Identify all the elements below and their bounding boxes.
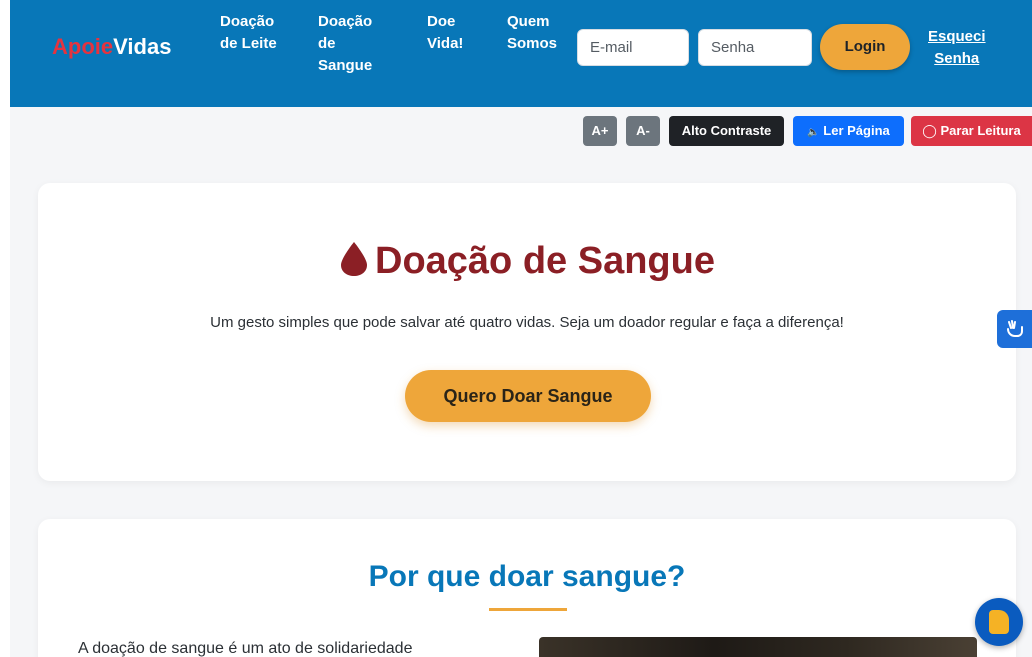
nav-link-line: Sangue	[318, 57, 373, 74]
nav-link-doacao-leite[interactable]: Doação de Leite	[220, 11, 277, 55]
nav-link-line: Doação	[220, 13, 275, 30]
hero-subtitle: Um gesto simples que pode salvar até qua…	[210, 314, 844, 331]
stop-icon: ◯	[922, 123, 937, 138]
nav-link-doe-vida[interactable]: Doe Vida!	[427, 11, 463, 55]
stop-reading-button[interactable]: ◯ Parar Leitura	[911, 116, 1032, 146]
sign-language-hands-icon	[1007, 320, 1023, 337]
read-page-button[interactable]: 🔈 Ler Página	[793, 116, 904, 146]
top-navbar: ApoieVidas Doação de Leite Doação de San…	[10, 0, 1032, 107]
nav-link-line: Quem	[507, 13, 550, 30]
stop-reading-label: Parar Leitura	[940, 123, 1021, 138]
nav-link-doacao-sangue[interactable]: Doação de Sangue	[318, 11, 372, 77]
vlibras-widget-button[interactable]	[997, 310, 1032, 348]
nav-link-line: de Leite	[220, 35, 277, 52]
font-decrease-button[interactable]: A-	[626, 116, 660, 146]
nav-link-line: Vida!	[427, 35, 464, 52]
brand-part-apoie: Apoie	[52, 34, 114, 59]
hero-card: Doação de Sangue Um gesto simples que po…	[38, 183, 1016, 481]
accessibility-assistant-icon	[989, 610, 1009, 634]
blood-donation-photo	[539, 637, 977, 657]
read-page-label: Ler Página	[823, 123, 890, 138]
font-increase-button[interactable]: A+	[583, 116, 617, 146]
nav-link-quem-somos[interactable]: Quem Somos	[507, 11, 557, 55]
email-field[interactable]: E-mail	[577, 29, 689, 66]
forgot-line: Esqueci	[928, 28, 986, 45]
nav-link-line: de	[318, 35, 336, 52]
hero-title: Doação de Sangue	[38, 240, 1016, 283]
login-button[interactable]: Login	[820, 24, 910, 70]
title-underline	[489, 608, 567, 611]
nav-link-line: Doação	[318, 13, 373, 30]
speaker-icon: 🔈	[807, 127, 820, 138]
high-contrast-button[interactable]: Alto Contraste	[669, 116, 784, 146]
forgot-line: Senha	[934, 50, 980, 67]
nav-link-line: Doe	[427, 13, 456, 30]
why-donate-text: A doação de sangue é um ato de solidarie…	[78, 640, 413, 657]
nav-link-line: Somos	[507, 35, 558, 52]
brand-part-vidas: Vidas	[113, 34, 172, 59]
donate-blood-button[interactable]: Quero Doar Sangue	[405, 370, 651, 422]
page-left-edge	[0, 0, 10, 657]
blood-drop-icon	[341, 242, 367, 276]
why-donate-title: Por que doar sangue?	[368, 560, 686, 593]
password-field[interactable]: Senha	[698, 29, 812, 66]
hero-title-text: Doação de Sangue	[375, 240, 715, 282]
forgot-password-link[interactable]: Esqueci Senha	[928, 26, 986, 70]
accessibility-assistant-button[interactable]	[975, 598, 1023, 646]
brand-logo[interactable]: ApoieVidas	[52, 34, 171, 60]
